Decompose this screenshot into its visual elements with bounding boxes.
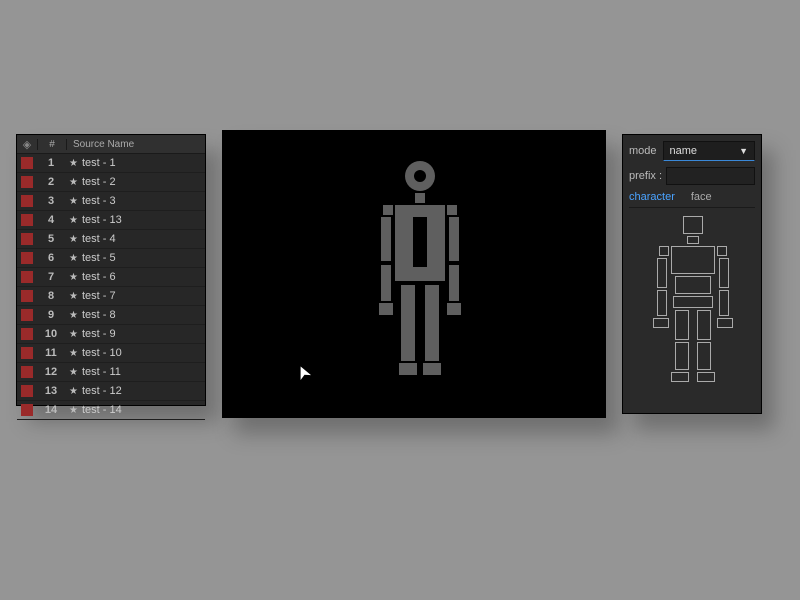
layer-index: 3 [37,195,65,207]
layer-row[interactable]: 5★test - 4 [17,230,205,249]
layer-color-swatch[interactable] [21,328,33,340]
star-icon[interactable]: ★ [65,291,82,302]
star-icon[interactable]: ★ [65,158,82,169]
layer-row[interactable]: 7★test - 6 [17,268,205,287]
layer-name[interactable]: test - 8 [82,309,116,321]
layer-index: 2 [37,176,65,188]
layer-index: 4 [37,214,65,226]
tab-face[interactable]: face [691,191,712,203]
star-icon[interactable]: ★ [65,234,82,245]
star-icon[interactable]: ★ [65,253,82,264]
layer-color-swatch[interactable] [21,233,33,245]
layer-name[interactable]: test - 4 [82,233,116,245]
layer-index: 12 [37,366,65,378]
layer-color-swatch[interactable] [21,252,33,264]
layer-name[interactable]: test - 10 [82,347,122,359]
layer-color-swatch[interactable] [21,214,33,226]
star-icon[interactable]: ★ [65,310,82,321]
chevron-down-icon: ▼ [739,146,748,156]
layer-color-swatch[interactable] [21,157,33,169]
star-icon[interactable]: ★ [65,272,82,283]
layer-name[interactable]: test - 5 [82,252,116,264]
star-icon[interactable]: ★ [65,215,82,226]
layer-row[interactable]: 9★test - 8 [17,306,205,325]
layer-index: 1 [37,157,65,169]
layer-row[interactable]: 6★test - 5 [17,249,205,268]
layer-row[interactable]: 4★test - 13 [17,211,205,230]
layer-row[interactable]: 1★test - 1 [17,154,205,173]
layer-panel: ◈ # Source Name 1★test - 12★test - 23★te… [16,134,206,406]
mode-label: mode [629,145,657,157]
layer-name[interactable]: test - 13 [82,214,122,226]
rig-tabs: character face [629,191,755,208]
star-icon[interactable]: ★ [65,367,82,378]
composition-viewport[interactable] [222,130,606,418]
layer-row[interactable]: 12★test - 11 [17,363,205,382]
options-panel: mode name ▼ prefix : character face [622,134,762,414]
tab-character[interactable]: character [629,191,675,203]
layer-index: 7 [37,271,65,283]
layer-name[interactable]: test - 11 [82,366,121,378]
layer-index: 9 [37,309,65,321]
column-number-header[interactable]: # [37,139,67,150]
mode-dropdown[interactable]: name ▼ [663,141,755,161]
layer-index: 6 [37,252,65,264]
prefix-label: prefix : [629,170,662,182]
star-icon[interactable]: ★ [65,177,82,188]
layer-row[interactable]: 2★test - 2 [17,173,205,192]
layer-panel-header: ◈ # Source Name [17,135,205,154]
star-icon[interactable]: ★ [65,329,82,340]
layer-name[interactable]: test - 7 [82,290,116,302]
star-icon[interactable]: ★ [65,386,82,397]
layer-color-swatch[interactable] [21,347,33,359]
layer-name[interactable]: test - 2 [82,176,116,188]
mode-dropdown-value: name [670,145,698,157]
layer-index: 10 [37,328,65,340]
layer-row[interactable]: 13★test - 12 [17,382,205,401]
prefix-input[interactable] [666,167,755,185]
layer-row[interactable]: 3★test - 3 [17,192,205,211]
layer-index: 8 [37,290,65,302]
layer-color-swatch[interactable] [21,176,33,188]
layer-name[interactable]: test - 14 [82,404,122,416]
layer-row[interactable]: 8★test - 7 [17,287,205,306]
layer-index: 5 [37,233,65,245]
layer-color-swatch[interactable] [21,309,33,321]
layer-row[interactable]: 14★test - 14 [17,401,205,420]
rig-picker[interactable] [631,216,755,384]
star-icon[interactable]: ★ [65,196,82,207]
layer-row[interactable]: 11★test - 10 [17,344,205,363]
layer-color-swatch[interactable] [21,290,33,302]
layer-name[interactable]: test - 12 [82,385,122,397]
star-icon[interactable]: ★ [65,348,82,359]
layer-color-swatch[interactable] [21,271,33,283]
layer-name[interactable]: test - 1 [82,157,116,169]
label-tag-icon: ◈ [23,139,31,151]
layer-name[interactable]: test - 9 [82,328,116,340]
layer-name[interactable]: test - 6 [82,271,116,283]
layer-index: 14 [37,404,65,416]
layer-index: 13 [37,385,65,397]
star-icon[interactable]: ★ [65,405,82,416]
layer-color-swatch[interactable] [21,195,33,207]
layer-row[interactable]: 10★test - 9 [17,325,205,344]
layer-index: 11 [37,347,65,359]
layer-color-swatch[interactable] [21,404,33,416]
column-sourcename-header[interactable]: Source Name [67,139,205,150]
layer-name[interactable]: test - 3 [82,195,116,207]
layer-color-swatch[interactable] [21,385,33,397]
layer-color-swatch[interactable] [21,366,33,378]
